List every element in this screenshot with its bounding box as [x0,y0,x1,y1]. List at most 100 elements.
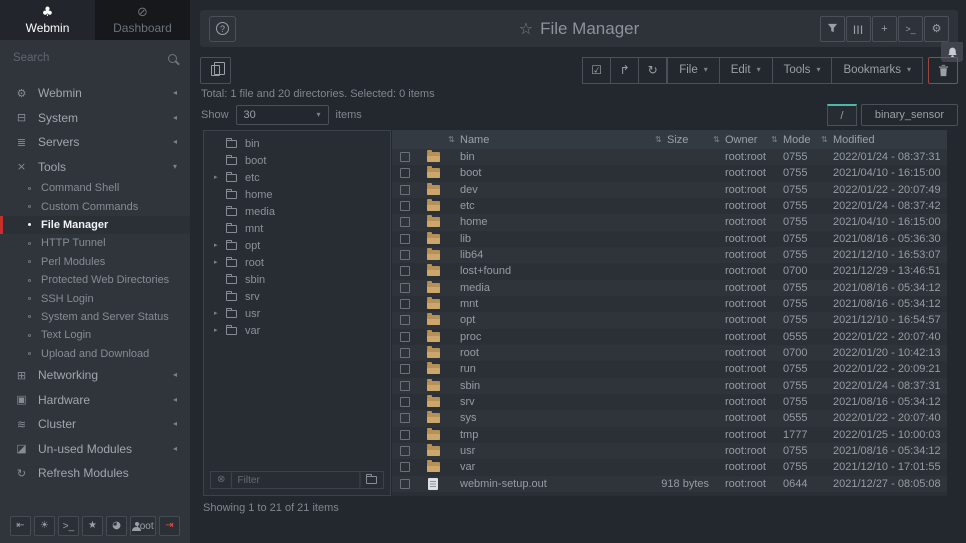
menu-bookmarks-button[interactable]: Bookmarks▾ [831,57,923,84]
sidebar-item-http-tunnel[interactable]: HTTP Tunnel [0,234,190,252]
row-checkbox[interactable] [400,283,410,293]
tree-item-opt[interactable]: ▸opt [204,237,390,254]
sidebar-item-hardware[interactable]: ▣Hardware◂ [0,387,190,412]
table-row[interactable]: lost+foundroot:root07002021/12/29 - 13:4… [392,263,947,279]
breadcrumb-current-button[interactable]: binary_sensor [861,104,958,126]
table-row[interactable]: binroot:root07552022/01/24 - 08:37:31 [392,149,947,165]
tree-item-mnt[interactable]: mnt [204,220,390,237]
sidebar-item-protected-web-directories[interactable]: Protected Web Directories [0,271,190,289]
search-input[interactable] [13,52,168,64]
sidebar-item-refresh-modules[interactable]: ↻Refresh Modules [0,461,190,486]
menu-tools-button[interactable]: Tools▾ [772,57,833,84]
user-button[interactable]: root [130,516,156,536]
row-checkbox[interactable] [400,250,410,260]
trash-button[interactable] [928,57,958,84]
tree-item-media[interactable]: media [204,203,390,220]
sidebar-item-tools[interactable]: ×Tools▾ [0,155,190,180]
copy-path-button[interactable] [200,57,231,84]
row-checkbox[interactable] [400,315,410,325]
row-checkbox[interactable] [400,462,410,472]
table-row[interactable]: libroot:root07552021/08/16 - 05:36:30 [392,231,947,247]
header-name[interactable]: ⇅Name [448,134,655,146]
row-checkbox[interactable] [400,446,410,456]
chevron-right-icon[interactable]: ▸ [214,327,226,334]
tree-item-home[interactable]: home [204,186,390,203]
tab-webmin[interactable]: ♣ Webmin [0,0,95,40]
folder-icon[interactable] [366,476,377,484]
row-checkbox[interactable] [400,266,410,276]
row-checkbox[interactable] [400,217,410,227]
table-row[interactable]: mntroot:root07552021/08/16 - 05:34:12 [392,296,947,312]
sidebar-item-file-manager[interactable]: File Manager [0,216,190,234]
table-row[interactable]: rootroot:root07002022/01/20 - 10:42:13 [392,345,947,361]
row-checkbox[interactable] [400,332,410,342]
logout-button[interactable]: ⇥ [159,516,180,536]
row-checkbox[interactable] [400,299,410,309]
sidebar-item-text-login[interactable]: Text Login [0,326,190,344]
tree-item-root[interactable]: ▸root [204,254,390,271]
add-button[interactable]: + [872,16,897,42]
clear-filter-icon[interactable]: ⊗ [217,475,225,485]
tree-item-usr[interactable]: ▸usr [204,305,390,322]
header-size[interactable]: ⇅Size [655,134,713,146]
chevron-right-icon[interactable]: ▸ [214,242,226,249]
sidebar-item-system[interactable]: ⊟System◂ [0,106,190,131]
row-checkbox[interactable] [400,234,410,244]
table-row[interactable]: sysroot:root05552022/01/22 - 20:07:40 [392,410,947,426]
sidebar-item-perl-modules[interactable]: Perl Modules [0,253,190,271]
table-row[interactable]: webmin-setup.out918 bytesroot:root064420… [392,476,947,492]
sidebar-collapse-button[interactable]: ⇤ [10,516,31,536]
sidebar-item-command-shell[interactable]: Command Shell [0,179,190,197]
sort-icon[interactable]: ⇅ [655,136,667,144]
table-row[interactable]: tmproot:root17772022/01/25 - 10:00:03 [392,427,947,443]
row-checkbox[interactable] [400,348,410,358]
sort-icon[interactable]: ⇅ [771,136,783,144]
table-row[interactable]: bootroot:root07552021/04/10 - 16:15:00 [392,165,947,181]
theme-button[interactable]: ☀ [34,516,55,536]
sidebar-item-system-and-server-status[interactable]: System and Server Status [0,308,190,326]
sort-icon[interactable]: ⇅ [448,136,460,144]
tree-item-etc[interactable]: ▸etc [204,169,390,186]
breadcrumb-root-button[interactable]: / [827,104,857,126]
menu-edit-button[interactable]: Edit▾ [719,57,773,84]
row-checkbox[interactable] [400,381,410,391]
row-checkbox[interactable] [400,364,410,374]
sidebar-item-servers[interactable]: ≣Servers◂ [0,130,190,155]
terminal-button[interactable]: >_ [898,16,923,42]
favorite-star-icon[interactable]: ☆ [519,19,533,38]
row-checkbox[interactable] [400,201,410,211]
sort-icon[interactable]: ⇅ [713,136,725,144]
favorites-button[interactable]: ★ [82,516,103,536]
header-modified[interactable]: ⇅Modified [821,134,947,146]
menu-file-button[interactable]: File▾ [667,57,720,84]
table-row[interactable]: etcroot:root07552022/01/24 - 08:37:42 [392,198,947,214]
tree-item-sbin[interactable]: sbin [204,271,390,288]
row-checkbox[interactable] [400,397,410,407]
sidebar-item-un-used-modules[interactable]: ◪Un-used Modules◂ [0,436,190,461]
palette-button[interactable]: ◕ [106,516,127,536]
row-checkbox[interactable] [400,152,410,162]
settings-button[interactable]: ⚙ [924,16,949,42]
tree-item-var[interactable]: ▸var [204,322,390,339]
tree-item-boot[interactable]: boot [204,152,390,169]
table-row[interactable]: usrroot:root07552021/08/16 - 05:34:12 [392,443,947,459]
chevron-right-icon[interactable]: ▸ [214,174,226,181]
table-row[interactable]: procroot:root05552022/01/22 - 20:07:40 [392,329,947,345]
table-row[interactable]: devroot:root07552022/01/22 - 20:07:49 [392,182,947,198]
row-checkbox[interactable] [400,479,410,489]
help-button[interactable]: ? [209,16,236,42]
table-row[interactable]: homeroot:root07552021/04/10 - 16:15:00 [392,214,947,230]
row-checkbox[interactable] [400,413,410,423]
page-size-select[interactable]: 30 ▾ [236,105,329,125]
table-row[interactable]: srvroot:root07552021/08/16 - 05:34:12 [392,394,947,410]
tab-dashboard[interactable]: ⊘ Dashboard [95,0,190,40]
table-row[interactable]: lib64root:root07552021/12/10 - 16:53:07 [392,247,947,263]
table-row[interactable]: mediaroot:root07552021/08/16 - 05:34:12 [392,280,947,296]
share-button[interactable]: ↱ [610,57,639,84]
sidebar-item-networking[interactable]: ⊞Networking◂ [0,363,190,388]
select-all-button[interactable]: ☑ [582,57,611,84]
table-row[interactable]: sbinroot:root07552022/01/24 - 08:37:31 [392,378,947,394]
sidebar-item-upload-and-download[interactable]: Upload and Download [0,345,190,363]
columns-button[interactable]: ||| [846,16,871,42]
chevron-right-icon[interactable]: ▸ [214,310,226,317]
